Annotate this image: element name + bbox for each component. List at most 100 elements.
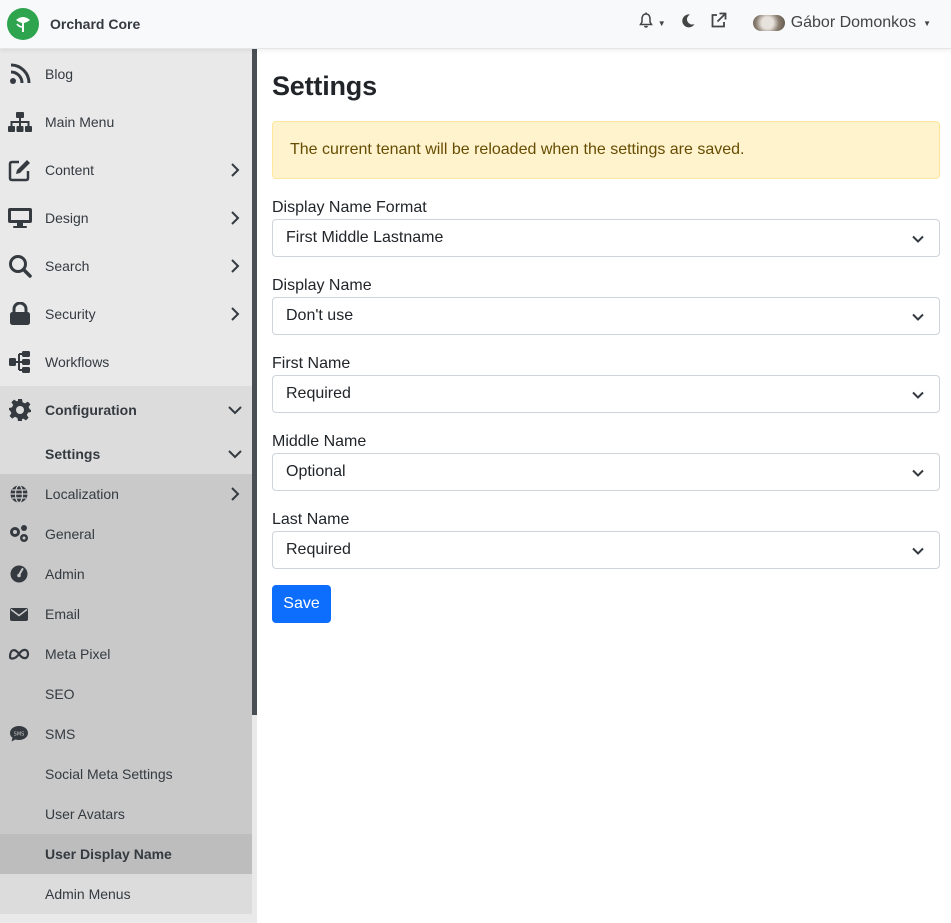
sidebar-item-label: Workflows — [45, 354, 110, 370]
sidebar-item-label: Admin Menus — [45, 886, 131, 902]
chevron-down-icon — [228, 447, 242, 461]
sidebar-item-label: Content — [45, 162, 95, 178]
caret-down-icon: ▼ — [923, 18, 931, 28]
chevron-right-icon — [228, 307, 242, 321]
avatar — [752, 15, 785, 31]
chevron-down-icon — [228, 403, 242, 417]
sms-icon: SMS — [8, 723, 30, 745]
sidebar-item-social-meta-settings[interactable]: Social Meta Settings — [0, 754, 252, 794]
sidebar-item-workflows[interactable]: Workflows — [0, 338, 252, 386]
sidebar-item-label: Meta Pixel — [45, 646, 111, 662]
sidebar-item-label: Settings — [45, 446, 101, 462]
caret-down-icon: ▼ — [657, 18, 666, 28]
sidebar-item-search[interactable]: Search — [0, 242, 252, 290]
sidebar-item-label: SEO — [45, 686, 75, 702]
chevron-down-icon — [912, 547, 924, 555]
chevron-right-icon — [228, 487, 242, 501]
sidebar-item-admin[interactable]: Admin — [0, 554, 252, 594]
sidebar-item-seo[interactable]: SEO — [0, 674, 252, 714]
sidebar-item-label: Email — [45, 606, 81, 622]
sidebar-item-label: User Display Name — [45, 846, 172, 862]
sidebar-item-email[interactable]: Email — [0, 594, 252, 634]
sidebar-scrollbar-track — [252, 715, 257, 923]
sidebar-item-blog[interactable]: Blog — [0, 50, 252, 98]
chevron-down-icon — [912, 313, 924, 321]
select-value: Don't use — [286, 307, 354, 324]
first-name-label: First Name — [272, 355, 351, 372]
sidebar-item-label: SMS — [45, 726, 76, 742]
select-value: Optional — [286, 463, 346, 480]
sidebar-item-label: Social Meta Settings — [45, 766, 173, 782]
sidebar-item-label: Design — [45, 210, 89, 226]
sidebar-item-settings[interactable]: Settings — [0, 434, 252, 474]
svg-text:SMS: SMS — [14, 732, 25, 738]
bell-icon — [638, 12, 654, 34]
sidebar-item-content[interactable]: Content — [0, 146, 252, 194]
chevron-right-icon — [228, 163, 242, 177]
sidebar-item-general[interactable]: General — [0, 514, 252, 554]
display-name-select[interactable]: Don't use — [272, 297, 940, 335]
theme-toggle-button[interactable] — [680, 13, 696, 34]
settings-submenu: Localization General Admin Email Meta Pi… — [0, 474, 252, 914]
gears-icon — [8, 523, 30, 545]
sidebar-item-label: Blog — [45, 66, 74, 82]
chevron-right-icon — [228, 211, 242, 225]
sidebar-item-label: Localization — [45, 486, 119, 502]
sidebar-item-configuration[interactable]: Configuration — [0, 386, 252, 434]
sidebar: Blog Main Menu Content Design Search Sec… — [0, 49, 252, 923]
sidebar-item-user-avatars[interactable]: User Avatars — [0, 794, 252, 834]
envelope-icon — [8, 603, 30, 625]
chevron-down-icon — [912, 391, 924, 399]
warning-alert: The current tenant will be reloaded when… — [272, 121, 940, 179]
top-navbar: Orchard Core ▼ Gábor Domonkos ▼ — [0, 0, 951, 49]
chevron-right-icon — [228, 259, 242, 273]
user-menu-button[interactable]: Gábor Domonkos ▼ — [752, 14, 931, 32]
lock-icon — [7, 301, 33, 327]
orchard-logo-icon — [7, 8, 39, 40]
save-button[interactable]: Save — [272, 585, 331, 623]
monitor-icon — [7, 205, 33, 231]
select-value: Required — [286, 541, 351, 558]
sidebar-item-label: Search — [45, 258, 90, 274]
chevron-down-icon — [912, 235, 924, 243]
sidebar-item-label: User Avatars — [45, 806, 125, 822]
sidebar-item-design[interactable]: Design — [0, 194, 252, 242]
middle-name-label: Middle Name — [272, 433, 367, 450]
visit-site-button[interactable] — [710, 12, 727, 34]
brand-link[interactable]: Orchard Core — [7, 8, 140, 40]
workflow-icon — [7, 349, 33, 375]
last-name-label: Last Name — [272, 511, 350, 528]
last-name-select[interactable]: Required — [272, 531, 940, 569]
select-value: First Middle Lastname — [286, 229, 444, 246]
page-title: Settings — [272, 71, 377, 101]
search-icon — [7, 253, 33, 279]
sidebar-item-label: General — [45, 526, 95, 542]
sidebar-item-label: Main Menu — [45, 114, 115, 130]
display-name-format-select[interactable]: First Middle Lastname — [272, 219, 940, 257]
notifications-button[interactable]: ▼ — [638, 12, 666, 34]
sidebar-item-user-display-name[interactable]: User Display Name — [0, 834, 252, 874]
sidebar-scrollbar[interactable] — [252, 49, 257, 715]
select-value: Required — [286, 385, 351, 402]
display-name-format-label: Display Name Format — [272, 199, 427, 216]
sidebar-item-label: Security — [45, 306, 96, 322]
sidebar-item-admin-menus[interactable]: Admin Menus — [0, 874, 252, 914]
middle-name-select[interactable]: Optional — [272, 453, 940, 491]
edit-icon — [7, 157, 33, 183]
sidebar-item-main-menu[interactable]: Main Menu — [0, 98, 252, 146]
external-link-icon — [710, 12, 727, 34]
rss-icon — [7, 61, 33, 87]
sidebar-item-security[interactable]: Security — [0, 290, 252, 338]
sidebar-item-meta-pixel[interactable]: Meta Pixel — [0, 634, 252, 674]
sidebar-item-localization[interactable]: Localization — [0, 474, 252, 514]
moon-icon — [680, 13, 696, 34]
first-name-select[interactable]: Required — [272, 375, 940, 413]
gear-icon — [7, 397, 33, 423]
sidebar-item-sms[interactable]: SMS SMS — [0, 714, 252, 754]
sitemap-icon — [7, 109, 33, 135]
chevron-down-icon — [912, 469, 924, 477]
globe-icon — [8, 483, 30, 505]
gauge-icon — [8, 563, 30, 585]
brand-title: Orchard Core — [50, 16, 141, 32]
sidebar-item-label: Configuration — [45, 402, 137, 418]
